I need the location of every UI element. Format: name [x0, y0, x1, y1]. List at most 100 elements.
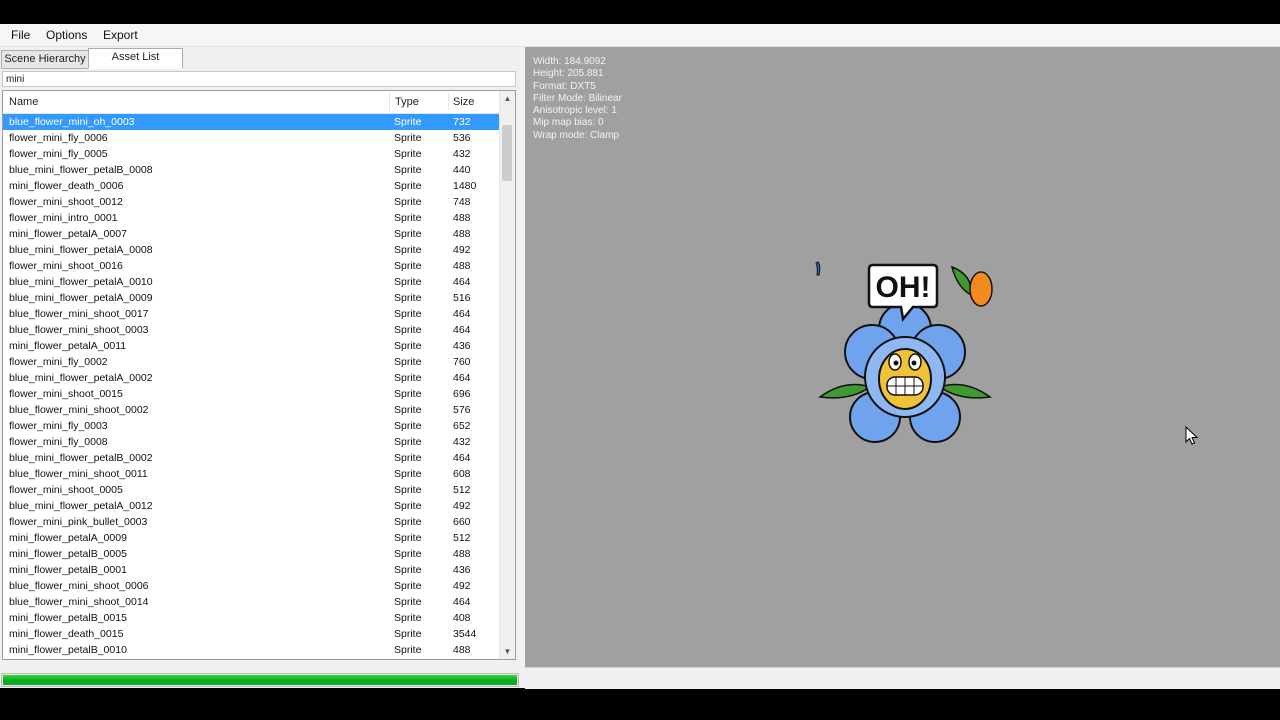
- search-filter-input[interactable]: [2, 71, 516, 87]
- mouse-pointer-icon: [1185, 426, 1199, 445]
- table-row[interactable]: flower_mini_fly_0003 Sprite 652: [3, 418, 499, 434]
- asset-type-cell: Sprite: [394, 420, 422, 432]
- table-row[interactable]: flower_mini_shoot_0005 Sprite 512: [3, 482, 499, 498]
- table-row[interactable]: mini_flower_death_0006 Sprite 1480: [3, 178, 499, 194]
- table-row[interactable]: blue_flower_mini_oh_0003 Sprite 732: [3, 114, 499, 130]
- asset-type-cell: Sprite: [394, 452, 422, 464]
- asset-type-cell: Sprite: [394, 372, 422, 384]
- table-row[interactable]: blue_mini_flower_petalA_0012 Sprite 492: [3, 498, 499, 514]
- asset-name-cell: mini_flower_petalA_0009: [9, 532, 127, 544]
- asset-name-cell: flower_mini_fly_0003: [9, 420, 108, 432]
- table-row[interactable]: mini_flower_death_0015 Sprite 3544: [3, 626, 499, 642]
- asset-name-cell: flower_mini_shoot_0005: [9, 484, 123, 496]
- table-row[interactable]: blue_mini_flower_petalA_0009 Sprite 516: [3, 290, 499, 306]
- asset-type-cell: Sprite: [394, 308, 422, 320]
- scrollbar-thumb[interactable]: [502, 125, 512, 181]
- table-row[interactable]: blue_flower_mini_shoot_0014 Sprite 464: [3, 594, 499, 610]
- asset-name-cell: blue_mini_flower_petalB_0002: [9, 452, 153, 464]
- table-row[interactable]: mini_flower_petalA_0009 Sprite 512: [3, 530, 499, 546]
- asset-type-cell: Sprite: [394, 340, 422, 352]
- asset-size-cell: 1480: [453, 180, 477, 192]
- list-header: Name Type Size: [3, 91, 501, 114]
- table-row[interactable]: flower_mini_shoot_0016 Sprite 488: [3, 258, 499, 274]
- table-row[interactable]: blue_flower_mini_shoot_0017 Sprite 464: [3, 306, 499, 322]
- column-separator[interactable]: [389, 93, 390, 111]
- asset-size-cell: 652: [453, 420, 471, 432]
- menu-options[interactable]: Options: [43, 27, 90, 43]
- table-row[interactable]: flower_mini_shoot_0015 Sprite 696: [3, 386, 499, 402]
- table-row[interactable]: blue_mini_flower_petalB_0008 Sprite 440: [3, 162, 499, 178]
- menu-file[interactable]: File: [8, 27, 33, 43]
- asset-name-cell: mini_flower_petalB_0005: [9, 548, 127, 560]
- progress-bar-fill: [3, 675, 517, 685]
- table-row[interactable]: flower_mini_fly_0002 Sprite 760: [3, 354, 499, 370]
- scroll-down-arrow-icon[interactable]: ▼: [500, 644, 515, 659]
- table-row[interactable]: mini_flower_petalB_0001 Sprite 436: [3, 562, 499, 578]
- asset-type-cell: Sprite: [394, 292, 422, 304]
- asset-size-cell: 432: [453, 148, 471, 160]
- asset-name-cell: blue_flower_mini_shoot_0011: [9, 468, 148, 480]
- table-row[interactable]: blue_flower_mini_shoot_0006 Sprite 492: [3, 578, 499, 594]
- asset-type-cell: Sprite: [394, 260, 422, 272]
- table-row[interactable]: mini_flower_petalB_0010 Sprite 488: [3, 642, 499, 658]
- info-anisotropic-level: Anisotropic level: 1: [533, 105, 617, 117]
- asset-name-cell: flower_mini_intro_0001: [9, 212, 118, 224]
- asset-type-cell: Sprite: [394, 228, 422, 240]
- asset-size-cell: 608: [453, 468, 471, 480]
- asset-type-cell: Sprite: [394, 468, 422, 480]
- tab-scene-hierarchy[interactable]: Scene Hierarchy: [1, 50, 89, 69]
- asset-size-cell: 464: [453, 452, 471, 464]
- asset-name-cell: blue_flower_mini_shoot_0014: [9, 596, 149, 608]
- table-row[interactable]: mini_flower_petalA_0007 Sprite 488: [3, 226, 499, 242]
- table-row[interactable]: blue_mini_flower_petalA_0008 Sprite 492: [3, 242, 499, 258]
- asset-size-cell: 440: [453, 164, 471, 176]
- asset-rows: blue_flower_mini_oh_0003 Sprite 732 flower_…: [3, 114, 499, 658]
- table-row[interactable]: flower_mini_intro_0001 Sprite 488: [3, 210, 499, 226]
- column-header-size[interactable]: Size: [453, 96, 474, 108]
- table-row[interactable]: flower_mini_fly_0005 Sprite 432: [3, 146, 499, 162]
- asset-preview-pane: Width: 184.9092 Height: 205.881 Format: …: [525, 47, 1280, 667]
- table-row[interactable]: flower_mini_pink_bullet_0003 Sprite 660: [3, 514, 499, 530]
- table-row[interactable]: blue_flower_mini_shoot_0002 Sprite 576: [3, 402, 499, 418]
- info-width: Width: 184.9092: [533, 56, 606, 67]
- table-row[interactable]: flower_mini_shoot_0012 Sprite 748: [3, 194, 499, 210]
- table-row[interactable]: blue_mini_flower_petalA_0010 Sprite 464: [3, 274, 499, 290]
- info-format: Format: DXT5: [533, 80, 596, 92]
- asset-size-cell: 488: [453, 228, 471, 240]
- table-row[interactable]: flower_mini_fly_0008 Sprite 432: [3, 434, 499, 450]
- tab-asset-list[interactable]: Asset List: [88, 48, 183, 69]
- info-wrap-mode: Wrap mode: Clamp: [533, 129, 619, 141]
- table-row[interactable]: blue_flower_mini_shoot_0003 Sprite 464: [3, 322, 499, 338]
- asset-type-cell: Sprite: [394, 388, 422, 400]
- asset-type-cell: Sprite: [394, 212, 422, 224]
- asset-size-cell: 408: [453, 612, 471, 624]
- asset-name-cell: blue_flower_mini_shoot_0017: [9, 308, 149, 320]
- table-row[interactable]: mini_flower_petalB_0005 Sprite 488: [3, 546, 499, 562]
- asset-name-cell: flower_mini_shoot_0012: [9, 196, 123, 208]
- asset-size-cell: 512: [453, 532, 471, 544]
- table-row[interactable]: blue_flower_mini_shoot_0011 Sprite 608: [3, 466, 499, 482]
- asset-type-cell: Sprite: [394, 404, 422, 416]
- asset-name-cell: flower_mini_fly_0008: [9, 436, 108, 448]
- table-row[interactable]: blue_mini_flower_petalB_0002 Sprite 464: [3, 450, 499, 466]
- asset-type-cell: Sprite: [394, 164, 422, 176]
- list-scrollbar[interactable]: ▲ ▼: [499, 91, 515, 659]
- menu-bar: File Options Export: [0, 24, 1280, 47]
- scroll-up-arrow-icon[interactable]: ▲: [500, 91, 515, 106]
- asset-type-cell: Sprite: [394, 196, 422, 208]
- table-row[interactable]: mini_flower_petalA_0011 Sprite 436: [3, 338, 499, 354]
- table-row[interactable]: blue_mini_flower_petalA_0002 Sprite 464: [3, 370, 499, 386]
- table-row[interactable]: mini_flower_petalB_0015 Sprite 408: [3, 610, 499, 626]
- menu-export[interactable]: Export: [100, 27, 141, 43]
- asset-name-cell: flower_mini_fly_0006: [9, 132, 108, 144]
- asset-size-cell: 492: [453, 244, 471, 256]
- asset-name-cell: mini_flower_death_0006: [9, 180, 124, 192]
- asset-name-cell: mini_flower_petalB_0015: [9, 612, 127, 624]
- column-header-type[interactable]: Type: [395, 96, 419, 108]
- column-header-name[interactable]: Name: [9, 96, 38, 108]
- table-row[interactable]: flower_mini_fly_0006 Sprite 536: [3, 130, 499, 146]
- preview-status-bar: [525, 667, 1280, 689]
- asset-size-cell: 464: [453, 308, 471, 320]
- asset-size-cell: 576: [453, 404, 471, 416]
- column-separator[interactable]: [448, 93, 449, 111]
